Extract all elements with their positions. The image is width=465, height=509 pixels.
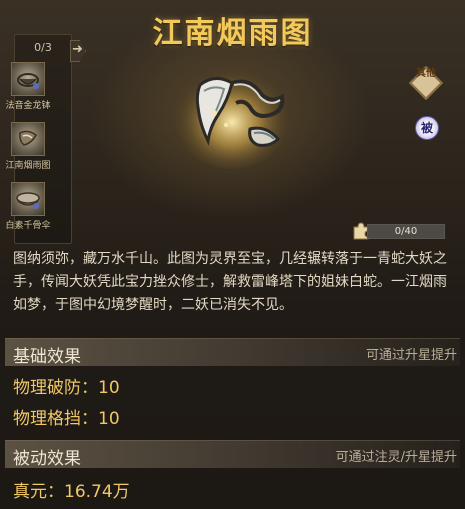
stat-true-essence: 真元：16.74万: [13, 482, 130, 502]
fragment-progress-text: 0/40: [394, 226, 418, 237]
stat-physical-penetration: 物理破防：10: [13, 378, 120, 398]
other-tag-label: 其他: [416, 68, 436, 79]
scroll-artifact-icon: [174, 65, 290, 169]
section-hint: 可通过注灵/升星提升: [335, 450, 457, 465]
set-item-label: 白素千骨伞: [5, 221, 51, 231]
set-item-umbrella[interactable]: 白素千骨伞: [5, 182, 51, 231]
section-hint: 可通过升星提升: [365, 348, 457, 363]
golden-bowl-icon: [11, 62, 45, 96]
base-effects-header: 基础效果 可通过升星提升: [5, 338, 460, 367]
set-item-scroll[interactable]: 江南烟雨图: [5, 122, 51, 171]
set-item-bowl[interactable]: 法音金龙钵: [5, 62, 51, 111]
set-count: 0/3: [34, 41, 52, 54]
scroll-painting-icon: [11, 122, 45, 156]
passive-effects-header: 被动效果 可通过注灵/升星提升: [5, 440, 460, 469]
arrow-right-icon: ➜: [72, 42, 83, 57]
item-detail-panel: 江南烟雨图 0/3 ➜ 法音金龙钵 江南烟雨图 白素千骨伞 其他 被 0/40 …: [0, 0, 465, 509]
set-item-label: 江南烟雨图: [5, 161, 51, 171]
fragment-progress-bar: 0/40: [367, 224, 445, 239]
section-title: 被动效果: [13, 449, 81, 469]
stat-physical-block: 物理格挡：10: [13, 409, 120, 429]
section-title: 基础效果: [13, 347, 81, 367]
passive-tag-badge[interactable]: 被: [415, 116, 439, 140]
set-item-label: 法音金龙钵: [5, 101, 51, 111]
item-description: 图纳须弥，藏万水千山。此图为灵界至宝，几经辗转落于一青蛇大妖之手，传闻大妖凭此宝…: [13, 251, 447, 313]
umbrella-icon: [11, 182, 45, 216]
